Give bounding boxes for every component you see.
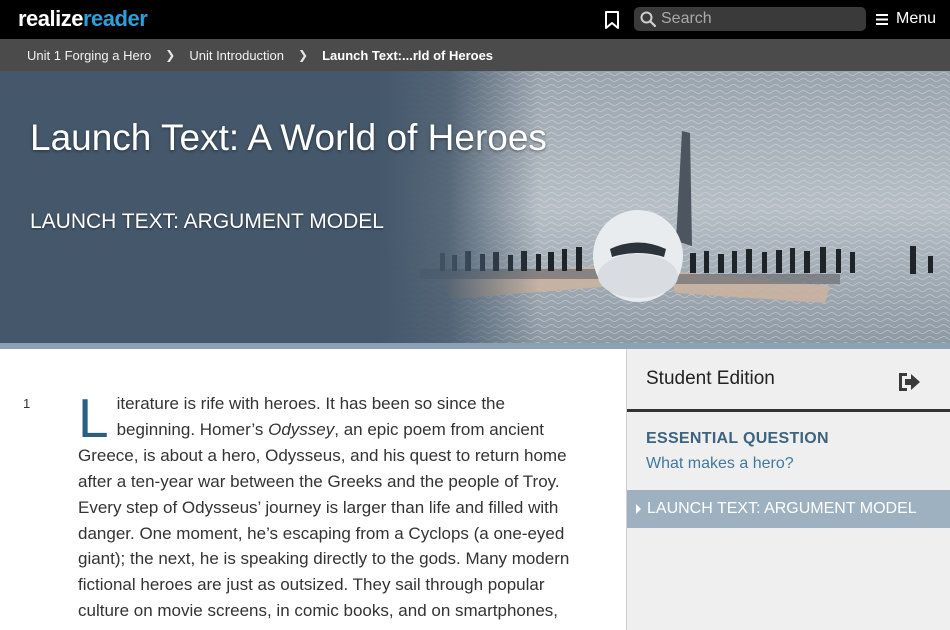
caret-right-icon	[636, 504, 641, 514]
paragraph-number: 1	[23, 396, 31, 411]
work-title: Odyssey	[268, 419, 335, 439]
bookmark-icon[interactable]	[604, 11, 620, 29]
side-panel-title: Student Edition	[646, 368, 775, 389]
menu-label: Menu	[896, 10, 937, 27]
breadcrumb: Unit 1 Forging a Hero ❯ Unit Introductio…	[0, 39, 950, 71]
side-panel: Student Edition ESSENTIAL QUESTION What …	[626, 349, 950, 630]
logo-part-realize: realize	[18, 6, 84, 31]
chevron-right-icon: ❯	[165, 48, 176, 62]
breadcrumb-current: Launch Text:...rld of Heroes	[322, 47, 494, 63]
essential-question-heading: ESSENTIAL QUESTION	[646, 430, 829, 447]
search-box[interactable]	[634, 7, 866, 31]
hamburger-icon	[876, 13, 888, 25]
exit-panel-icon[interactable]	[895, 371, 921, 393]
page-subtitle: LAUNCH TEXT: ARGUMENT MODEL	[30, 210, 384, 233]
reading-pane: 1 Literature is rife with heroes. It has…	[0, 349, 626, 630]
side-panel-divider	[627, 409, 950, 412]
page-title: Launch Text: A World of Heroes	[30, 117, 547, 158]
breadcrumb-unit-introduction[interactable]: Unit Introduction	[189, 48, 284, 63]
banner-photo-plane-on-water	[380, 71, 950, 343]
menu-button[interactable]: Menu	[876, 8, 936, 30]
toc-item-launch-text-argument-model[interactable]: LAUNCH TEXT: ARGUMENT MODEL	[627, 490, 950, 528]
article-paragraph: Literature is rife with heroes. It has b…	[78, 391, 578, 624]
side-panel-header: Student Edition	[627, 349, 950, 409]
essential-question-link[interactable]: What makes a hero?	[646, 455, 794, 473]
toc-item-label: LAUNCH TEXT: ARGUMENT MODEL	[647, 500, 917, 517]
breadcrumb-unit[interactable]: Unit 1 Forging a Hero	[27, 48, 151, 63]
realize-reader-logo[interactable]: realizereader	[18, 6, 148, 32]
search-input[interactable]	[661, 7, 861, 31]
drop-cap: L	[78, 387, 109, 449]
search-icon	[640, 11, 656, 27]
top-bar: realizereader Menu	[0, 0, 950, 39]
paragraph-text-rest: , an epic poem from ancient Greece, is a…	[78, 419, 570, 621]
hero-banner: Launch Text: A World of Heroes LAUNCH TE…	[0, 71, 950, 343]
chevron-right-icon: ❯	[298, 48, 309, 62]
logo-part-reader: reader	[83, 6, 148, 31]
